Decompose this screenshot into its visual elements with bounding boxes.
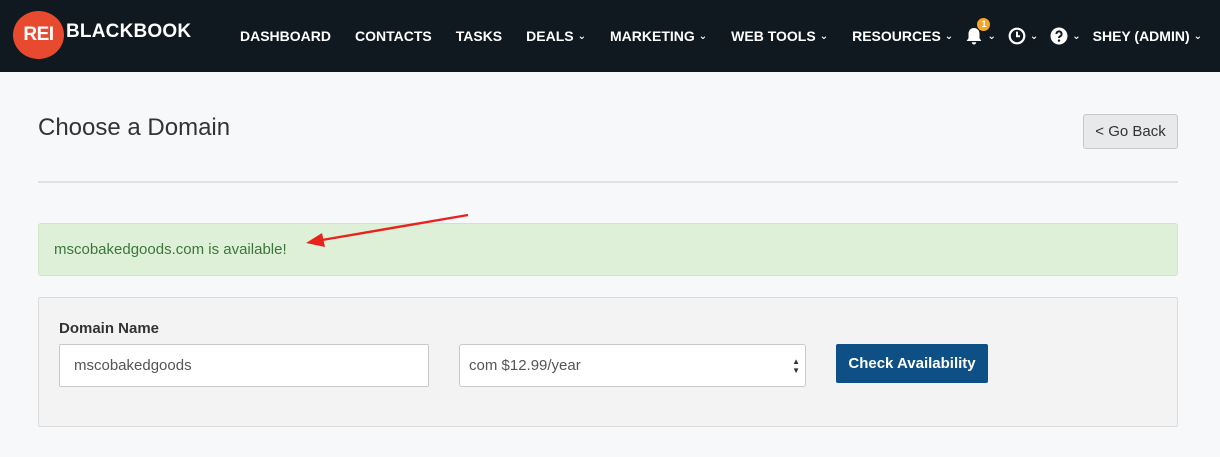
clock-icon [1008,27,1026,45]
user-menu[interactable]: SHEY (ADMIN) ⌄ [1093,28,1202,44]
logo-badge: REI [13,11,64,59]
notification-count-badge: 1 [977,17,991,31]
chevron-down-icon: ⌄ [698,30,708,42]
check-availability-button[interactable]: Check Availability [836,344,988,383]
nav-tasks[interactable]: TASKS [456,28,502,44]
nav-dashboard-label: DASHBOARD [240,28,331,44]
nav-deals[interactable]: DEALS ⌄ [526,28,586,44]
nav-web-tools[interactable]: WEB TOOLS ⌄ [731,28,828,44]
nav-deals-label: DEALS [526,28,574,44]
nav-marketing[interactable]: MARKETING ⌄ [610,28,707,44]
help-icon [1050,27,1068,45]
chevron-down-icon: ⌄ [1029,30,1039,42]
tld-selected-value: com $12.99/year [469,357,581,374]
logo-wordmark: BLACKBOOK [66,21,192,42]
domain-name-label: Domain Name [59,320,160,337]
header-divider [38,181,1178,183]
nav-contacts-label: CONTACTS [355,28,432,44]
chevron-down-icon: ⌄ [819,30,829,42]
chevron-down-icon: ⌄ [1193,30,1202,42]
chevron-down-icon: ⌄ [987,30,996,42]
alert-message: mscobakedgoods.com is available! [54,241,287,258]
nav-marketing-label: MARKETING [610,28,695,44]
select-arrows-icon: ▲ ▼ [792,357,800,375]
nav-resources[interactable]: RESOURCES ⌄ [852,28,953,44]
user-name: SHEY (ADMIN) [1092,28,1190,44]
brand-logo[interactable]: REI BLACKBOOK [13,11,191,59]
go-back-button[interactable]: < Go Back [1083,114,1178,149]
chevron-down-icon: ⌄ [577,30,586,42]
nav-dashboard[interactable]: DASHBOARD [240,28,331,44]
domain-form-panel: Domain Name com $12.99/year ▲▼ Check Ava… [38,297,1178,427]
chevron-down-icon: ⌄ [944,30,954,42]
domain-name-input[interactable] [59,344,429,387]
chevron-down-icon: ⌄ [1072,30,1081,42]
nav-resources-label: RESOURCES [852,28,941,44]
top-navbar: REI BLACKBOOK DASHBOARD CONTACTS TASKS D… [0,0,1220,72]
nav-contacts[interactable]: CONTACTS [355,28,432,44]
nav-web-tools-label: WEB TOOLS [731,28,816,44]
availability-alert: mscobakedgoods.com is available! [38,223,1178,276]
annotation-arrow-icon [306,213,469,247]
tld-select[interactable]: com $12.99/year ▲ ▼ [459,344,806,387]
nav-utilities: 1 ⌄ ⌄ ⌄ SHEY (ADMIN) ⌄ [953,0,1202,72]
main-nav: DASHBOARD CONTACTS TASKS DEALS ⌄ MARKETIN… [240,0,977,72]
page-title: Choose a Domain [38,114,231,141]
recent-activity-button[interactable]: ⌄ [1008,27,1038,45]
help-button[interactable]: ⌄ [1050,27,1081,45]
nav-tasks-label: TASKS [455,28,503,44]
notifications-button[interactable]: 1 ⌄ [965,17,996,46]
